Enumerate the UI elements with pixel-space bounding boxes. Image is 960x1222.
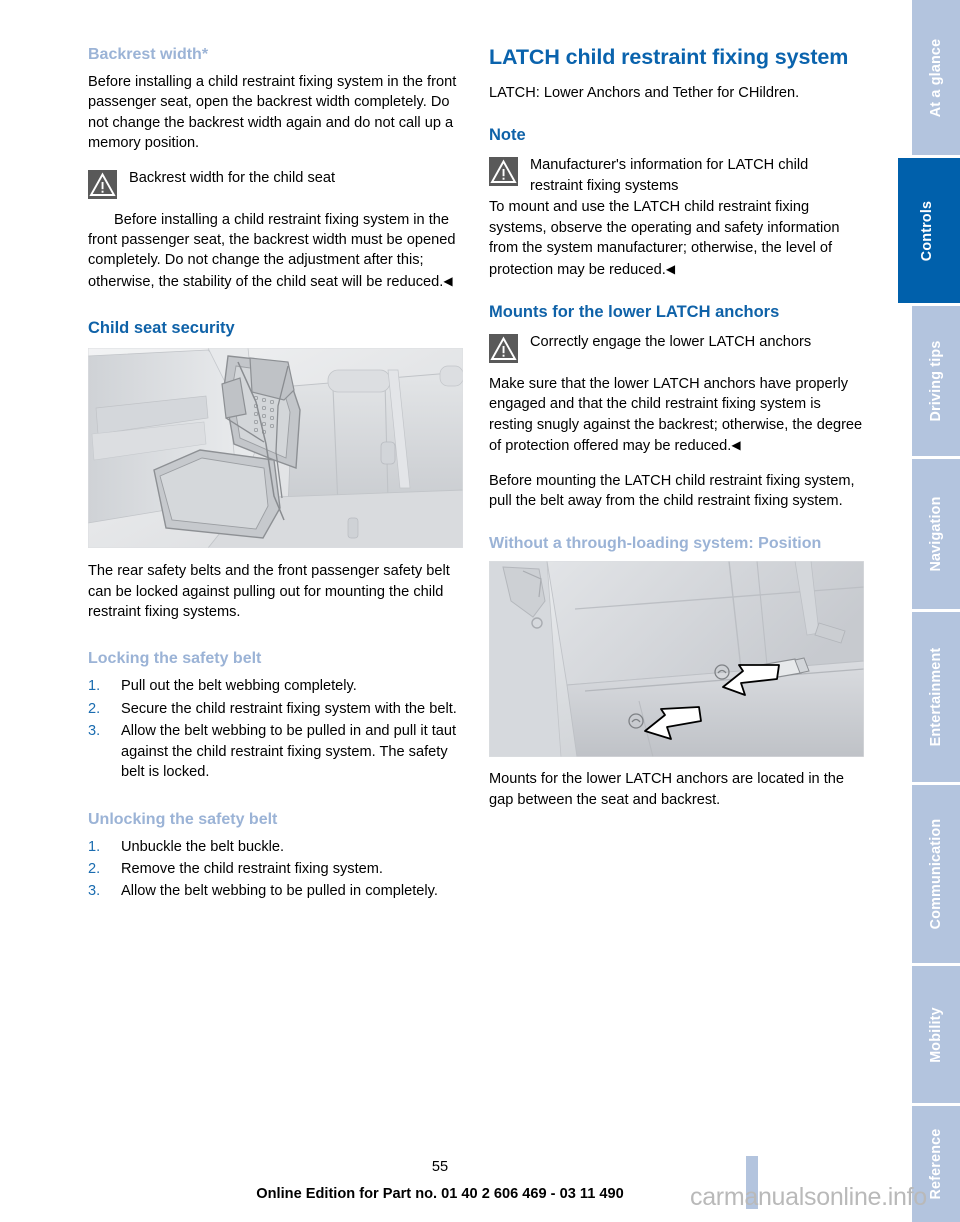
list-item: 1. Pull out the belt webbing completely. [88, 676, 463, 696]
tab-label: Entertainment [928, 647, 944, 747]
heading-without-through-loading: Without a through-loading system: Positi… [489, 535, 822, 553]
tab-label: Reference [928, 1128, 944, 1200]
list-item: 2. Remove the child restraint fixing syst… [88, 859, 463, 879]
figure-latch-anchor-location [489, 561, 864, 758]
page-number: 55 [0, 1159, 880, 1175]
heading-locking-safety-belt: Locking the safety belt [88, 650, 262, 668]
heading-mounts-lower-anchors: Mounts for the lower LATCH anchors [489, 303, 780, 322]
heading-unlocking-safety-belt: Unlocking the safety belt [88, 810, 278, 828]
warning-triangle-icon [489, 334, 518, 364]
warning-body-text: To mount and use the LATCH child restrai… [489, 199, 840, 278]
warning-endmark: ◀ [665, 261, 676, 276]
warning-block-backrest: Backrest width for the child seat Before… [88, 168, 463, 293]
tab-label: At a glance [928, 38, 944, 117]
tab-navigation[interactable]: Navigation [912, 459, 960, 609]
paragraph-figure2-caption: Mounts for the lower LATCH anchors are l… [489, 771, 845, 808]
step-number: 2. [88, 700, 101, 717]
step-text: Unbuckle the belt buckle. [121, 838, 285, 855]
step-text: Allow the belt webbing to be pulled in c… [121, 883, 438, 900]
warning-title: Backrest width for the child seat [129, 169, 336, 186]
paragraph-latch-definition: LATCH: Lower Anchors and Tether for CHil… [489, 85, 800, 101]
step-number: 2. [88, 860, 101, 877]
figure-child-seat-rear-bench [88, 348, 463, 549]
list-item: 2. Secure the child restraint fixing syst… [88, 699, 463, 719]
warning-body: Make sure that the lower LATCH anchors h… [489, 374, 864, 457]
step-text: Secure the child restraint fixing system… [121, 700, 457, 717]
tab-label: Mobility [928, 1006, 944, 1063]
warning-triangle-icon [489, 157, 518, 187]
tab-label: Controls [918, 200, 935, 261]
left-column: Backrest width* Before installing a chil… [88, 44, 463, 904]
page-number-value: 55 [431, 1159, 449, 1175]
warning-body: Before installing a child restraint fixi… [88, 210, 463, 293]
list-item: 3. Allow the belt webbing to be pulled in… [88, 721, 463, 782]
tab-label: Driving tips [928, 340, 944, 422]
warning-triangle-icon [88, 169, 117, 199]
paragraph-after-figure1: The rear safety belts and the front pass… [88, 563, 450, 621]
manual-page: Backrest width* Before installing a chil… [0, 0, 960, 1222]
warning-body: To mount and use the LATCH child restrai… [489, 197, 864, 280]
tab-at-a-glance[interactable]: At a glance [912, 0, 960, 155]
tab-driving-tips[interactable]: Driving tips [912, 306, 960, 456]
warning-title: Manufacturer's information for LATCH chi… [530, 157, 809, 194]
step-number: 1. [88, 678, 101, 695]
list-item: 3. Allow the belt webbing to be pulled in… [88, 881, 463, 901]
list-item: 1. Unbuckle the belt buckle. [88, 837, 463, 857]
warning-header: Backrest width for the child seat [88, 168, 463, 210]
tab-label: Navigation [928, 496, 944, 572]
heading-note: Note [489, 126, 526, 145]
steps-unlocking: 1. Unbuckle the belt buckle. 2. Remove the… [88, 837, 463, 902]
warning-body-text: Before installing a child restraint fixi… [88, 211, 456, 290]
watermark: carmanualsonline.info [690, 1183, 927, 1211]
tab-mobility[interactable]: Mobility [912, 966, 960, 1103]
step-text: Remove the child restraint fixing system… [121, 860, 383, 877]
warning-endmark: ◀ [731, 438, 741, 453]
step-text: Pull out the belt webbing completely. [121, 678, 357, 695]
step-number: 3. [88, 723, 101, 740]
warning-block-engage-anchors: Correctly engage the lower LATCH anchors… [489, 332, 864, 457]
warning-header: Correctly engage the lower LATCH anchors [489, 332, 864, 374]
warning-body-text: Make sure that the lower LATCH anchors h… [489, 376, 863, 455]
warning-title: Correctly engage the lower LATCH anchors [530, 334, 812, 351]
paragraph-backrest-width: Before installing a child restraint fixi… [88, 74, 457, 152]
warning-block-manufacturer: Manufacturer's information for LATCH chi… [489, 155, 864, 280]
steps-locking: 1. Pull out the belt webbing completely. … [88, 676, 463, 782]
tab-label: Communication [928, 818, 944, 930]
step-number: 3. [88, 883, 101, 900]
heading-backrest-width: Backrest width* [88, 46, 209, 63]
chapter-tab-rail: At a glance Controls Driving tips Naviga… [898, 0, 960, 1222]
tab-communication[interactable]: Communication [912, 785, 960, 963]
tab-controls[interactable]: Controls [898, 158, 960, 303]
page-title: LATCH child restraint fixing system [489, 45, 849, 69]
right-column: LATCH child restraint fixing system LATC… [489, 44, 864, 810]
step-number: 1. [88, 838, 101, 855]
step-text: Allow the belt webbing to be pulled in a… [121, 723, 457, 781]
paragraph-before-mounting: Before mounting the LATCH child restrain… [489, 472, 855, 510]
tab-entertainment[interactable]: Entertainment [912, 612, 960, 782]
heading-child-seat-security: Child seat security [88, 319, 235, 338]
warning-header: Manufacturer's information for LATCH chi… [489, 155, 864, 197]
warning-endmark: ◀ [443, 273, 453, 288]
